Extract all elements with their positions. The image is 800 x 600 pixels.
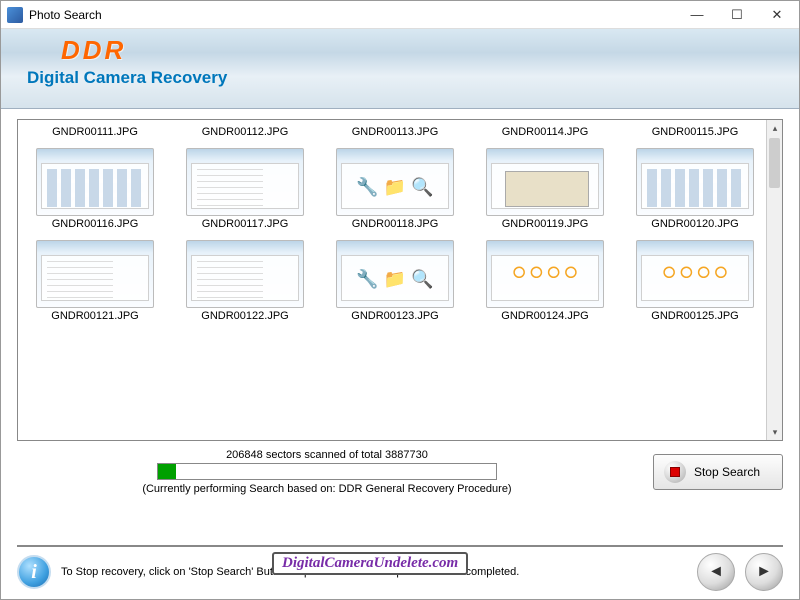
file-thumbnail	[336, 240, 454, 308]
stop-search-button[interactable]: Stop Search	[653, 454, 783, 490]
file-item[interactable]: GNDR00125.JPG	[624, 232, 766, 322]
scroll-thumb[interactable]	[769, 138, 780, 188]
back-button[interactable]: ◄	[697, 553, 735, 591]
file-item[interactable]: GNDR00111.JPG	[24, 124, 166, 138]
file-thumbnail	[636, 148, 754, 216]
file-item[interactable]: GNDR00120.JPG	[624, 140, 766, 230]
brand-logo: DDR	[61, 35, 779, 66]
progress-caption: (Currently performing Search based on: D…	[142, 483, 511, 495]
stop-button-label: Stop Search	[694, 465, 760, 479]
file-name-label: GNDR00115.JPG	[652, 126, 739, 138]
file-name-label: GNDR00121.JPG	[51, 310, 138, 322]
file-item[interactable]: GNDR00118.JPG	[324, 140, 466, 230]
file-item[interactable]: GNDR00115.JPG	[624, 124, 766, 138]
progress-bar	[157, 463, 497, 480]
file-name-label: GNDR00116.JPG	[52, 218, 139, 230]
info-icon: i	[17, 555, 51, 589]
file-thumbnail	[36, 148, 154, 216]
window-title: Photo Search	[29, 8, 677, 22]
stop-icon	[664, 461, 686, 483]
file-item[interactable]: GNDR00114.JPG	[474, 124, 616, 138]
file-name-label: GNDR00123.JPG	[351, 310, 438, 322]
file-name-label: GNDR00114.JPG	[502, 126, 589, 138]
file-name-label: GNDR00122.JPG	[201, 310, 288, 322]
window-titlebar: Photo Search — ☐ ✕	[1, 1, 799, 29]
file-name-label: GNDR00111.JPG	[52, 126, 138, 138]
file-item[interactable]: GNDR00113.JPG	[324, 124, 466, 138]
file-thumbnail	[636, 240, 754, 308]
file-thumbnail	[486, 240, 604, 308]
app-icon	[7, 7, 23, 23]
file-item[interactable]: GNDR00119.JPG	[474, 140, 616, 230]
progress-status-text: 206848 sectors scanned of total 3887730	[226, 449, 428, 461]
file-name-label: GNDR00120.JPG	[651, 218, 738, 230]
file-name-label: GNDR00112.JPG	[202, 126, 289, 138]
scroll-up-icon[interactable]: ▴	[767, 120, 783, 136]
results-panel: GNDR00111.JPG GNDR00112.JPG GNDR00113.JPG G…	[17, 119, 783, 441]
file-thumbnail	[36, 240, 154, 308]
file-name-label: GNDR00125.JPG	[651, 310, 738, 322]
maximize-button[interactable]: ☐	[717, 2, 757, 28]
file-item[interactable]: GNDR00124.JPG	[474, 232, 616, 322]
file-item[interactable]: GNDR00121.JPG	[24, 232, 166, 322]
file-name-label: GNDR00117.JPG	[202, 218, 289, 230]
progress-fill	[158, 464, 176, 479]
close-button[interactable]: ✕	[757, 2, 797, 28]
watermark-badge: DigitalCameraUndelete.com	[272, 552, 468, 575]
file-thumbnail	[186, 148, 304, 216]
file-name-label: GNDR00113.JPG	[352, 126, 439, 138]
file-item[interactable]: GNDR00122.JPG	[174, 232, 316, 322]
file-name-label: GNDR00119.JPG	[502, 218, 589, 230]
vertical-scrollbar[interactable]: ▴ ▾	[766, 120, 782, 440]
scroll-down-icon[interactable]: ▾	[767, 424, 783, 440]
file-item[interactable]: GNDR00112.JPG	[174, 124, 316, 138]
file-item[interactable]: GNDR00116.JPG	[24, 140, 166, 230]
file-item[interactable]: GNDR00117.JPG	[174, 140, 316, 230]
product-name: Digital Camera Recovery	[27, 68, 779, 88]
file-thumbnail	[486, 148, 604, 216]
file-thumbnail	[186, 240, 304, 308]
header-banner: DDR Digital Camera Recovery	[1, 29, 799, 109]
file-name-label: GNDR00118.JPG	[352, 218, 439, 230]
file-item[interactable]: GNDR00123.JPG	[324, 232, 466, 322]
minimize-button[interactable]: —	[677, 2, 717, 28]
next-button[interactable]: ►	[745, 553, 783, 591]
file-name-label: GNDR00124.JPG	[501, 310, 588, 322]
file-thumbnail	[336, 148, 454, 216]
